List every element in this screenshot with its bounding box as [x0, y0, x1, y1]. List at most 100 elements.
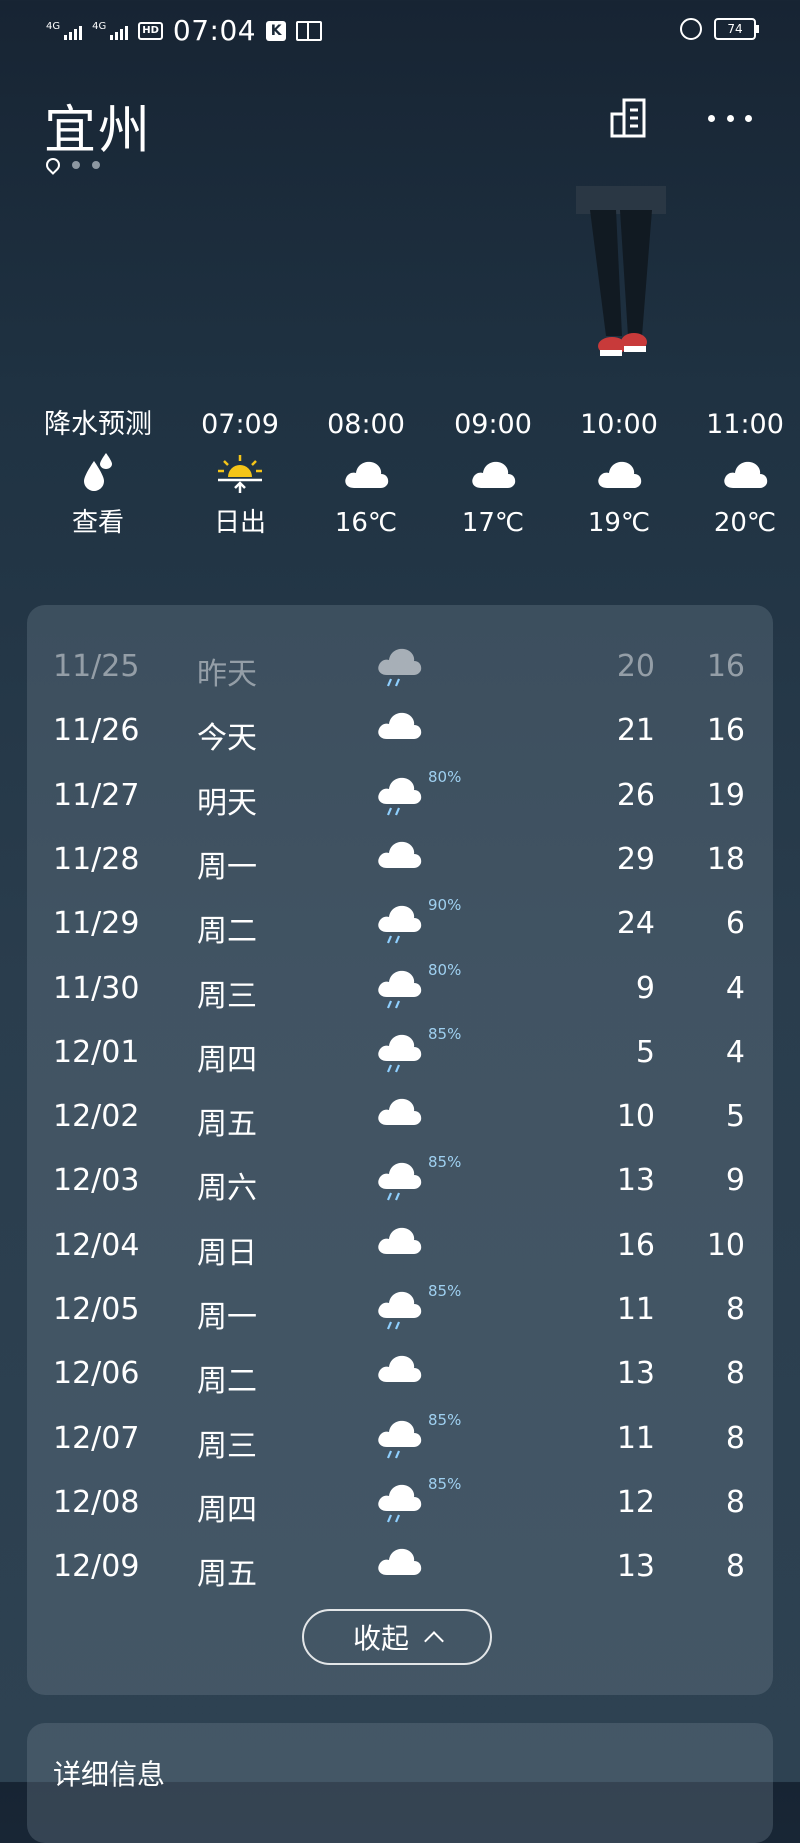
high-temp: 16 [616, 1227, 655, 1263]
status-bar: 4G 4G HD 07:04 K 74 [0, 0, 800, 60]
precip-probability: 85% [428, 1153, 462, 1172]
hourly-item[interactable]: 08:00 16℃ [311, 405, 421, 545]
forecast-day: 昨天 [197, 657, 257, 692]
forecast-row[interactable]: 12/06 周二 13 8 [27, 1342, 773, 1406]
forecast-date: 12/02 [53, 1099, 140, 1135]
forecast-day: 周四 [197, 1492, 257, 1528]
forecast-row[interactable]: 11/29 周二 90% 24 6 [27, 892, 773, 956]
forecast-date: 11/26 [53, 713, 140, 749]
high-temp: 12 [616, 1484, 655, 1520]
low-temp: 5 [725, 1099, 745, 1135]
forecast-date: 11/25 [53, 649, 140, 684]
raindrop-icon [84, 453, 112, 491]
details-card[interactable]: 详细信息 [27, 1723, 773, 1843]
rain-icon [378, 777, 422, 816]
hourly-forecast[interactable]: 降水预测 查看 07:09 日出 08:00 16℃ 09:00 17℃ 10:… [0, 405, 800, 565]
high-temp: 9 [635, 970, 655, 1006]
forecast-date: 11/29 [53, 906, 140, 942]
cloud-icon [378, 1549, 422, 1576]
forecast-day: 周六 [197, 1171, 257, 1207]
precip-probability: 85% [428, 1474, 462, 1493]
high-temp: 11 [616, 1292, 655, 1327]
location-pager[interactable] [43, 155, 100, 175]
page-dot [72, 161, 80, 169]
rain-icon [378, 970, 422, 1008]
forecast-row[interactable]: 12/07 周三 85% 11 8 [27, 1407, 773, 1471]
forecast-day: 周二 [197, 914, 257, 950]
k-app-icon: K [266, 20, 287, 41]
high-temp: 29 [616, 841, 655, 877]
forecast-date: 12/05 [53, 1292, 140, 1327]
city-name[interactable]: 宜州 [44, 88, 152, 163]
forecast-row[interactable]: 12/09 周五 13 8 [27, 1535, 773, 1599]
high-temp: 21 [616, 713, 655, 749]
forecast-row[interactable]: 12/05 周一 85% 11 8 [27, 1278, 773, 1342]
sunrise-icon [218, 455, 262, 493]
low-temp: 8 [725, 1549, 745, 1585]
forecast-date: 12/03 [53, 1163, 140, 1199]
forecast-date: 11/27 [53, 777, 140, 813]
forecast-row[interactable]: 12/02 周五 10 5 [27, 1085, 773, 1149]
forecast-row[interactable]: 11/30 周三 80% 9 4 [27, 957, 773, 1021]
forecast-day: 周一 [197, 1300, 257, 1335]
precip-forecast-item[interactable]: 降水预测 查看 [43, 405, 153, 545]
rain-icon [378, 648, 422, 687]
hourly-item[interactable]: 10:00 19℃ [564, 405, 674, 545]
precip-probability: 80% [428, 960, 462, 979]
forecast-row[interactable]: 11/25 昨天 20 16 [27, 635, 773, 699]
forecast-row[interactable]: 11/28 周一 29 18 [27, 828, 773, 892]
details-title: 详细信息 [53, 1758, 166, 1791]
forecast-row[interactable]: 12/08 周四 85% 12 8 [27, 1471, 773, 1535]
precip-probability: 80% [428, 767, 462, 786]
more-options-icon[interactable] [708, 96, 752, 140]
cloud-icon [378, 1098, 422, 1126]
forecast-row[interactable]: 12/03 周六 85% 13 9 [27, 1149, 773, 1213]
battery-icon: 74 [714, 18, 759, 40]
rain-icon [378, 1420, 422, 1459]
high-temp: 13 [616, 1549, 655, 1585]
forecast-day: 周日 [197, 1235, 257, 1271]
high-temp: 20 [616, 649, 655, 684]
book-icon [296, 20, 323, 41]
high-temp: 11 [616, 1420, 655, 1456]
forecast-row[interactable]: 12/01 周四 85% 5 4 [27, 1021, 773, 1085]
cloud-icon [724, 461, 768, 488]
forecast-day: 周五 [197, 1107, 257, 1143]
collapse-button[interactable]: 收起 [302, 1609, 492, 1665]
status-time: 07:04 [172, 14, 257, 47]
high-temp: 13 [616, 1163, 655, 1199]
forecast-day: 周四 [197, 1042, 257, 1078]
forecast-day: 周二 [197, 1364, 257, 1400]
alarm-icon [680, 18, 702, 40]
low-temp: 18 [706, 841, 745, 877]
cloud-icon [378, 841, 422, 868]
cloud-icon [345, 461, 389, 488]
rain-icon [378, 1291, 422, 1330]
low-temp: 8 [725, 1420, 745, 1456]
forecast-row[interactable]: 11/26 今天 21 16 [27, 699, 773, 763]
forecast-row[interactable]: 11/27 明天 80% 26 19 [27, 764, 773, 828]
forecast-row[interactable]: 12/04 周日 16 10 [27, 1214, 773, 1278]
forecast-day: 周五 [197, 1557, 257, 1593]
hourly-item[interactable]: 09:00 17℃ [438, 405, 548, 545]
daily-forecast-card: 11/25 昨天 20 16 11/26 今天 21 16 11/27 明天 80% 26 19 11/2… [27, 605, 773, 1695]
cellular-signal-icon: 4G [46, 21, 83, 40]
precip-probability: 85% [428, 1410, 462, 1429]
forecast-date: 12/07 [53, 1420, 140, 1456]
precip-probability: 90% [428, 896, 462, 915]
rain-icon [378, 1484, 422, 1523]
forecast-day: 周三 [197, 1428, 257, 1464]
rain-icon [378, 906, 422, 944]
hourly-item[interactable]: 07:09 日出 [185, 405, 295, 545]
forecast-date: 12/09 [53, 1549, 140, 1585]
city-management-icon[interactable] [608, 96, 652, 140]
forecast-date: 12/08 [53, 1484, 140, 1520]
cloud-icon [378, 1356, 422, 1383]
collapse-label: 收起 [352, 1622, 409, 1655]
high-temp: 24 [616, 906, 655, 942]
forecast-date: 11/28 [53, 841, 140, 877]
hourly-item[interactable]: 11:00 20℃ [690, 405, 800, 545]
low-temp: 4 [725, 1034, 745, 1070]
cloud-icon [598, 461, 642, 488]
page-dot [92, 161, 100, 169]
